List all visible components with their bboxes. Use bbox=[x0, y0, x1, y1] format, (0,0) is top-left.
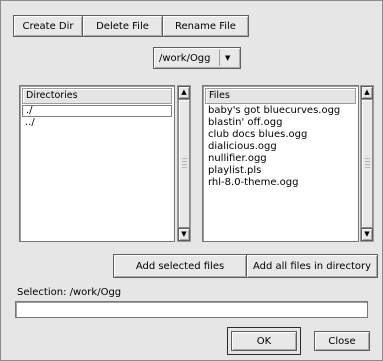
files-list[interactable]: Files baby's got bluecurves.ogg blastin'… bbox=[202, 85, 359, 242]
file-item[interactable]: rhl-8.0-theme.ogg bbox=[205, 177, 356, 189]
scroll-up-arrow-icon[interactable]: ▲ bbox=[361, 86, 373, 99]
files-scrollbar[interactable]: ▲ ▼ bbox=[360, 85, 374, 242]
directories-list[interactable]: Directories ./ ../ bbox=[19, 85, 175, 242]
scroll-grip-icon bbox=[182, 161, 187, 162]
scroll-down-arrow-icon[interactable]: ▼ bbox=[178, 228, 190, 241]
selection-label: Selection: /work/Ogg bbox=[17, 287, 122, 298]
directories-column-header[interactable]: Directories bbox=[22, 88, 172, 104]
delete-file-button[interactable]: Delete File bbox=[82, 15, 163, 37]
directories-scrollbar[interactable]: ▲ ▼ bbox=[177, 85, 191, 242]
file-item[interactable]: playlist.pls bbox=[205, 165, 356, 177]
path-dropdown-separator bbox=[219, 50, 220, 66]
files-scroll-thumb[interactable] bbox=[361, 99, 373, 228]
scroll-grip-icon bbox=[365, 158, 370, 159]
files-column-header[interactable]: Files bbox=[205, 88, 356, 104]
directories-scroll-thumb[interactable] bbox=[178, 99, 190, 228]
scroll-grip-icon bbox=[182, 158, 187, 159]
directory-item[interactable]: ../ bbox=[22, 117, 172, 129]
ok-button[interactable]: OK bbox=[231, 331, 297, 351]
scroll-up-arrow-icon[interactable]: ▲ bbox=[178, 86, 190, 99]
directories-rows: ./ ../ bbox=[22, 105, 172, 129]
add-all-files-button[interactable]: Add all files in directory bbox=[246, 254, 378, 278]
create-dir-button[interactable]: Create Dir bbox=[13, 15, 83, 37]
file-operation-toolbar: Create Dir Delete File Rename File bbox=[13, 15, 249, 37]
rename-file-button[interactable]: Rename File bbox=[162, 15, 249, 37]
scroll-grip-icon bbox=[365, 161, 370, 162]
scroll-grip-icon bbox=[182, 167, 187, 168]
scroll-grip-icon bbox=[365, 164, 370, 165]
file-item[interactable]: blastin' off.ogg bbox=[205, 117, 356, 129]
path-dropdown[interactable]: /work/Ogg ▼ bbox=[153, 47, 241, 69]
close-button[interactable]: Close bbox=[314, 331, 370, 351]
scroll-down-arrow-icon[interactable]: ▼ bbox=[361, 228, 373, 241]
scroll-grip-icon bbox=[365, 167, 370, 168]
add-selected-files-button[interactable]: Add selected files bbox=[113, 254, 247, 278]
directory-item[interactable]: ./ bbox=[22, 105, 172, 117]
file-item[interactable]: club docs blues.ogg bbox=[205, 129, 356, 141]
selection-input[interactable] bbox=[15, 301, 368, 318]
chevron-down-icon: ▼ bbox=[225, 54, 231, 62]
file-item[interactable]: dialicious.ogg bbox=[205, 141, 356, 153]
path-dropdown-value: /work/Ogg bbox=[159, 52, 211, 64]
scroll-grip-icon bbox=[182, 164, 187, 165]
file-item[interactable]: baby's got bluecurves.ogg bbox=[205, 105, 356, 117]
files-rows: baby's got bluecurves.ogg blastin' off.o… bbox=[205, 105, 356, 189]
file-selection-dialog: Create Dir Delete File Rename File /work… bbox=[0, 0, 383, 361]
file-item[interactable]: nullifier.ogg bbox=[205, 153, 356, 165]
